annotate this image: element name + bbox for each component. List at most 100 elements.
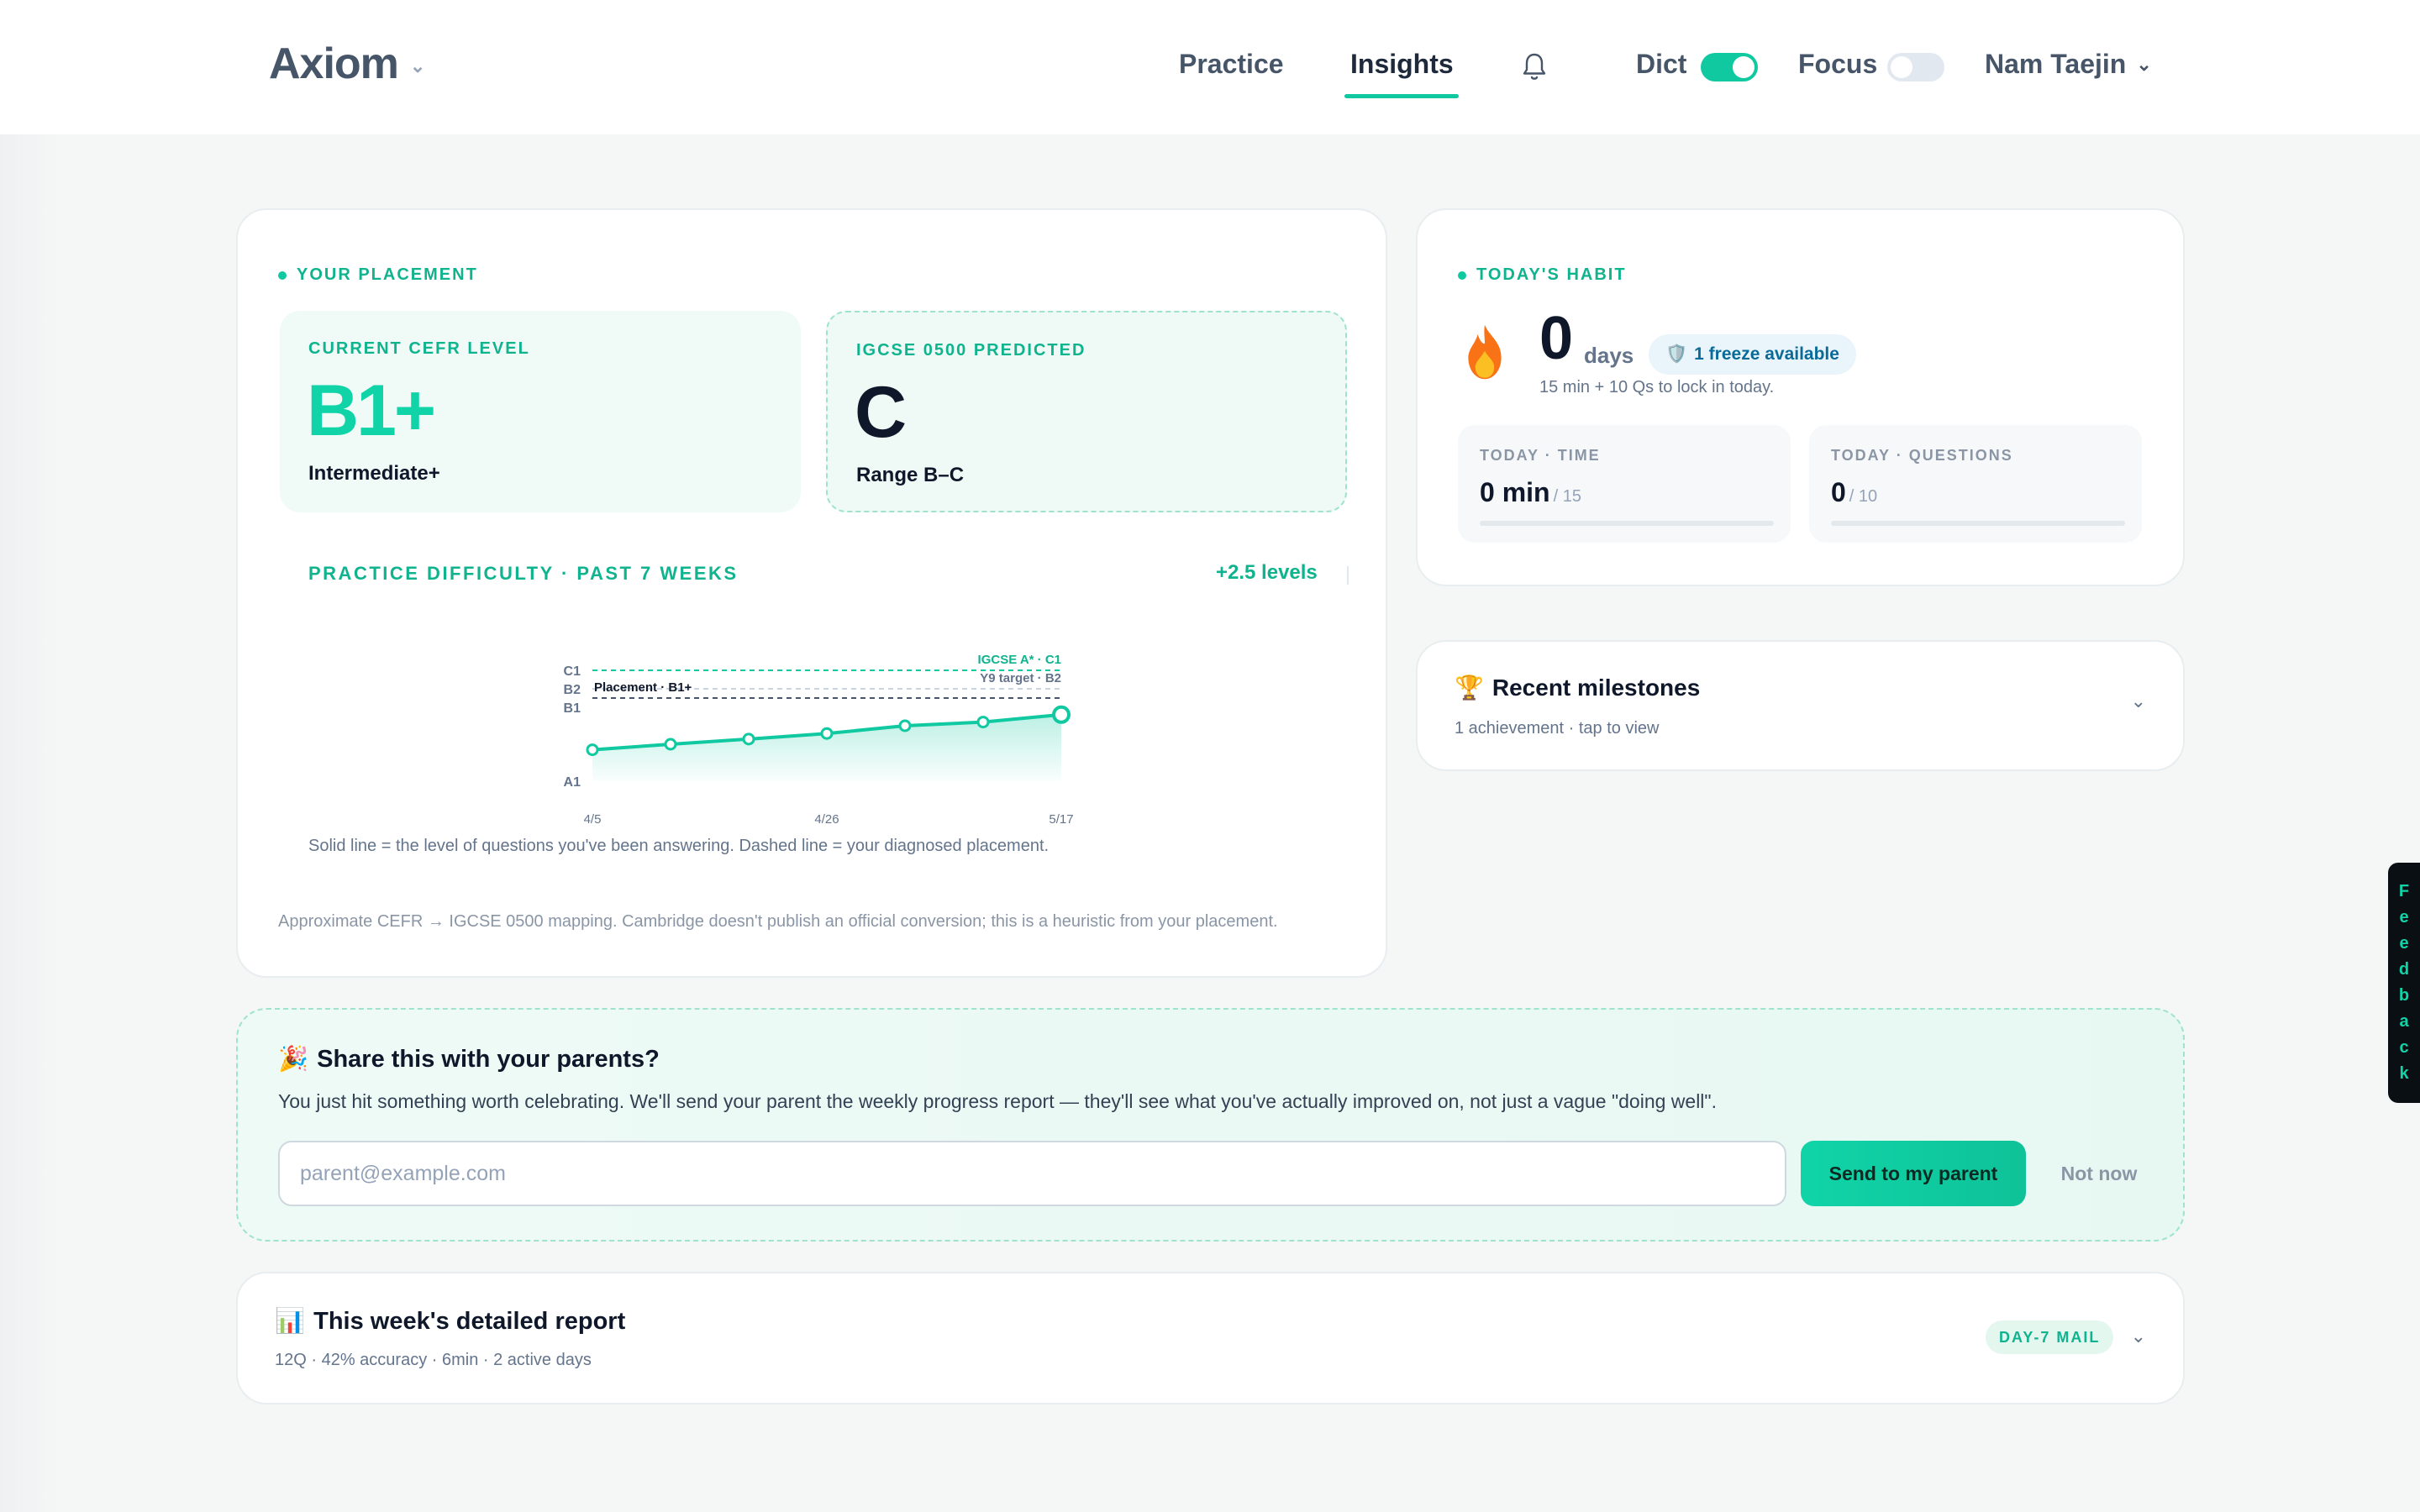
y-tick-label: A1 xyxy=(564,775,581,790)
app-name: Axiom xyxy=(269,39,399,88)
reference-line-label: Placement · B1+ xyxy=(594,680,692,695)
feedback-letter: a xyxy=(2399,1012,2409,1031)
report-title-text: This week's detailed report xyxy=(313,1307,626,1335)
stat-value: 0 min/ 15 xyxy=(1480,477,1581,508)
bar-chart-icon: 📊 xyxy=(275,1308,306,1335)
dict-toggle-label: Dict xyxy=(1636,49,1687,79)
habit-card: TODAY'S HABIT 0 days 🛡️ 1 freeze availab… xyxy=(1416,208,2185,586)
milestones-sub: 1 achievement · tap to view xyxy=(1455,719,1660,738)
day7-mail-badge: DAY-7 MAIL xyxy=(1986,1320,2114,1354)
bell-icon[interactable] xyxy=(1519,50,1549,84)
cefr-sub: Intermediate+ xyxy=(308,462,440,485)
data-point xyxy=(820,727,834,740)
shield-icon: 🛡️ xyxy=(1665,344,1688,364)
reference-line-label: IGCSE A* · C1 xyxy=(978,653,1061,667)
user-name: Nam Taejin xyxy=(1985,49,2127,79)
streak-count: 0 xyxy=(1539,305,1574,372)
parent-email-input[interactable] xyxy=(278,1141,1786,1206)
data-point xyxy=(586,743,599,757)
stat-value-number: 0 min xyxy=(1480,477,1550,507)
data-point xyxy=(742,732,755,746)
share-with-parents-card: 🎉 Share this with your parents? You just… xyxy=(236,1008,2185,1242)
progress-bar xyxy=(1831,521,2125,526)
feedback-letter: k xyxy=(2399,1064,2409,1083)
section-label-text: TODAY'S HABIT xyxy=(1476,265,1627,284)
cefr-title: CURRENT CEFR LEVEL xyxy=(308,339,530,358)
feedback-letter: F xyxy=(2398,882,2410,900)
chevron-down-icon: ⌄ xyxy=(409,55,425,76)
weekly-report-card[interactable]: 📊 This week's detailed report 12Q · 42% … xyxy=(236,1272,2185,1404)
feedback-tab[interactable]: Feedback xyxy=(2388,863,2420,1103)
dot-icon xyxy=(278,270,287,280)
nav-practice[interactable]: Practice xyxy=(1179,49,1284,80)
cefr-value: B1+ xyxy=(307,370,436,451)
feedback-letter: b xyxy=(2398,986,2410,1005)
placement-card: YOUR PLACEMENT CURRENT CEFR LEVEL B1+ In… xyxy=(236,208,1387,978)
chart-caption: Solid line = the level of questions you'… xyxy=(308,837,1050,855)
y-tick-label: C1 xyxy=(564,664,581,679)
toggle-knob xyxy=(1733,56,1754,78)
today-questions-stat: TODAY · QUESTIONS 0/ 10 xyxy=(1809,425,2142,543)
stat-label: TODAY · QUESTIONS xyxy=(1831,447,2013,464)
chevron-down-icon[interactable]: ⌄ xyxy=(2131,690,2146,712)
reference-line-label: Y9 target · B2 xyxy=(980,671,1061,685)
nav-insights[interactable]: Insights xyxy=(1350,49,1454,80)
chevron-down-icon[interactable]: ⌄ xyxy=(2131,1326,2146,1347)
data-point xyxy=(664,738,677,751)
divider xyxy=(1347,566,1349,585)
igcse-value: C xyxy=(855,372,907,453)
stat-denominator: / 15 xyxy=(1553,487,1581,506)
igcse-predicted-box: IGCSE 0500 PREDICTED C Range B–C xyxy=(826,311,1347,512)
dict-toggle[interactable] xyxy=(1701,53,1758,81)
toggle-knob xyxy=(1891,56,1912,78)
habit-sub: 15 min + 10 Qs to lock in today. xyxy=(1539,378,1775,396)
chart-title: PRACTICE DIFFICULTY · PAST 7 WEEKS xyxy=(308,563,739,584)
igcse-sub: Range B–C xyxy=(856,464,965,486)
not-now-button[interactable]: Not now xyxy=(2044,1141,2154,1206)
focus-toggle[interactable] xyxy=(1887,53,1944,81)
y-tick-label: B2 xyxy=(564,683,581,697)
freeze-text: 1 freeze available xyxy=(1694,344,1839,364)
share-title: 🎉 Share this with your parents? xyxy=(278,1045,660,1074)
top-header: Axiom ⌄ Practice Insights Dict Focus Nam… xyxy=(0,0,2420,134)
page-left-shade xyxy=(0,0,59,1512)
report-sub: 12Q · 42% accuracy · 6min · 2 active day… xyxy=(275,1351,592,1369)
flame-icon xyxy=(1468,324,1502,380)
milestones-card[interactable]: 🏆 Recent milestones 1 achievement · tap … xyxy=(1416,640,2185,771)
focus-toggle-label: Focus xyxy=(1798,49,1878,79)
app-logo[interactable]: Axiom ⌄ xyxy=(269,39,425,89)
habit-section-label: TODAY'S HABIT xyxy=(1458,265,1627,285)
section-label-text: YOUR PLACEMENT xyxy=(297,265,478,284)
nav-active-indicator xyxy=(1344,94,1459,98)
user-menu[interactable]: Nam Taejin ⌄ xyxy=(1985,49,2152,80)
placement-section-label: YOUR PLACEMENT xyxy=(278,265,478,285)
x-tick-label: 4/5 xyxy=(584,812,602,827)
feedback-letter: e xyxy=(2399,908,2409,927)
x-tick-label: 4/26 xyxy=(814,812,839,827)
data-point xyxy=(1052,705,1071,724)
freeze-badge[interactable]: 🛡️ 1 freeze available xyxy=(1649,334,1856,375)
trophy-icon: 🏆 xyxy=(1455,675,1484,701)
chart-delta: +2.5 levels xyxy=(1216,561,1318,584)
stat-denominator: / 10 xyxy=(1849,487,1878,506)
today-time-stat: TODAY · TIME 0 min/ 15 xyxy=(1458,425,1791,543)
feedback-letter: d xyxy=(2398,960,2410,979)
difficulty-chart: A1 B1 B2 C1 IGCSE A* · C1 Y9 target · B2 Place… xyxy=(564,653,1074,827)
progress-bar xyxy=(1480,521,1774,526)
share-title-text: Share this with your parents? xyxy=(317,1045,660,1073)
cefr-level-box: CURRENT CEFR LEVEL B1+ Intermediate+ xyxy=(280,311,801,512)
report-title: 📊 This week's detailed report xyxy=(275,1307,625,1336)
dot-icon xyxy=(1458,270,1466,280)
data-point xyxy=(976,716,990,729)
data-point xyxy=(898,719,912,732)
send-to-parent-button[interactable]: Send to my parent xyxy=(1801,1141,2026,1206)
streak-unit: days xyxy=(1584,343,1634,368)
stat-value-number: 0 xyxy=(1831,477,1846,507)
igcse-title: IGCSE 0500 PREDICTED xyxy=(856,341,1086,360)
share-text: You just hit something worth celebrating… xyxy=(278,1090,1717,1112)
y-tick-label: B1 xyxy=(564,701,581,716)
milestones-title-text: Recent milestones xyxy=(1491,674,1701,701)
mapping-note: Approximate CEFR → IGCSE 0500 mapping. C… xyxy=(278,912,1278,931)
party-popper-icon: 🎉 xyxy=(278,1046,309,1073)
feedback-letter: c xyxy=(2399,1038,2409,1057)
